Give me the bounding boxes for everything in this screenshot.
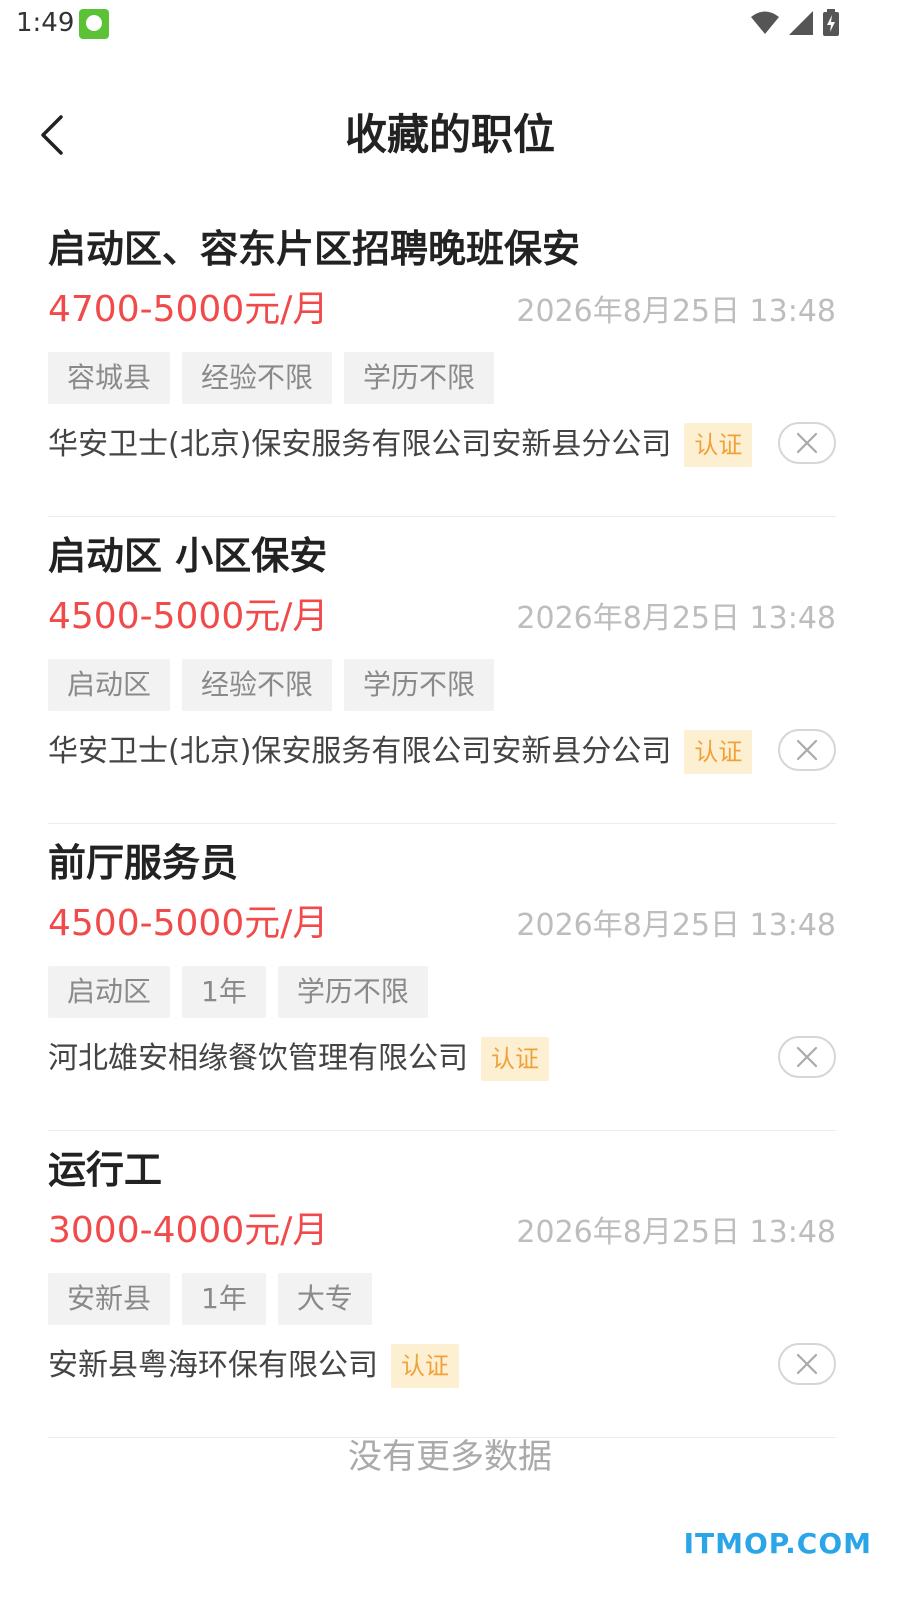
remove-favorite-button[interactable]: [778, 422, 836, 464]
verified-badge: 认证: [684, 730, 753, 774]
job-tag: 学历不限: [344, 659, 495, 711]
job-tag: 大专: [277, 1273, 372, 1325]
job-tag: 学历不限: [344, 352, 495, 404]
job-tag: 1年: [182, 966, 266, 1018]
job-title: 启动区 小区保安: [48, 534, 328, 578]
company-name: 华安卫士(北京)保安服务有限公司安新县分公司: [48, 734, 672, 769]
job-tag: 启动区: [48, 659, 171, 711]
close-icon: [796, 432, 818, 454]
status-bar: 1:49: [0, 0, 900, 50]
job-title: 启动区、容东片区招聘晚班保安: [48, 227, 581, 271]
job-tag: 经验不限: [182, 659, 333, 711]
job-title: 运行工: [48, 1148, 163, 1192]
company-name: 华安卫士(北京)保安服务有限公司安新县分公司: [48, 427, 672, 462]
job-card[interactable]: 运行工 3000-4000元/月 2026年8月25日 13:48 安新县 1年…: [48, 1131, 836, 1438]
job-salary: 4500-5000元/月: [48, 903, 329, 944]
job-salary: 4700-5000元/月: [48, 289, 329, 330]
job-date: 2026年8月25日 13:48: [516, 294, 836, 329]
app-badge-icon: [79, 9, 109, 39]
job-salary: 3000-4000元/月: [48, 1210, 329, 1251]
watermark: ITMOP.COM: [683, 1527, 872, 1560]
company-row: 安新县粤海环保有限公司 认证: [48, 1343, 459, 1389]
wifi-icon: [751, 11, 779, 34]
close-icon: [796, 1353, 818, 1375]
job-title: 前厅服务员: [48, 841, 239, 885]
status-time: 1:49: [16, 8, 75, 38]
verified-badge: 认证: [481, 1037, 549, 1081]
job-tag: 学历不限: [277, 966, 428, 1018]
header: 收藏的职位: [0, 90, 900, 180]
job-tag: 安新县: [48, 1273, 171, 1325]
page-title: 收藏的职位: [344, 110, 555, 159]
verified-badge: 认证: [684, 423, 753, 467]
company-name: 河北雄安相缘餐饮管理有限公司: [48, 1041, 468, 1076]
job-tags: 启动区 1年 学历不限: [48, 966, 428, 1018]
job-salary: 4500-5000元/月: [48, 596, 329, 637]
job-tags: 容城县 经验不限 学历不限: [48, 352, 495, 404]
status-icons: [750, 9, 840, 37]
job-tags: 启动区 经验不限 学历不限: [48, 659, 495, 711]
remove-favorite-button[interactable]: [778, 1343, 836, 1385]
remove-favorite-button[interactable]: [778, 729, 836, 771]
job-date: 2026年8月25日 13:48: [516, 908, 836, 943]
job-date: 2026年8月25日 13:48: [516, 601, 836, 636]
job-card[interactable]: 启动区、容东片区招聘晚班保安 4700-5000元/月 2026年8月25日 1…: [48, 210, 836, 517]
job-list: 启动区、容东片区招聘晚班保安 4700-5000元/月 2026年8月25日 1…: [48, 210, 836, 1438]
remove-favorite-button[interactable]: [778, 1036, 836, 1078]
company-row: 华安卫士(北京)保安服务有限公司安新县分公司 认证: [48, 729, 753, 775]
company-row: 河北雄安相缘餐饮管理有限公司 认证: [48, 1036, 549, 1082]
job-card[interactable]: 前厅服务员 4500-5000元/月 2026年8月25日 13:48 启动区 …: [48, 824, 836, 1131]
no-more-data-text: 没有更多数据: [348, 1437, 552, 1477]
job-date: 2026年8月25日 13:48: [516, 1215, 836, 1250]
job-tag: 1年: [182, 1273, 266, 1325]
company-name: 安新县粤海环保有限公司: [48, 1348, 378, 1383]
job-tag: 容城县: [48, 352, 171, 404]
close-icon: [796, 1046, 818, 1068]
cellular-signal-icon: [789, 11, 813, 35]
job-tag: 启动区: [48, 966, 171, 1018]
job-tag: 经验不限: [182, 352, 333, 404]
company-row: 华安卫士(北京)保安服务有限公司安新县分公司 认证: [48, 422, 753, 468]
job-tags: 安新县 1年 大专: [48, 1273, 372, 1325]
close-icon: [796, 739, 818, 761]
battery-charging-icon: [823, 9, 839, 36]
job-card[interactable]: 启动区 小区保安 4500-5000元/月 2026年8月25日 13:48 启…: [48, 517, 836, 824]
verified-badge: 认证: [391, 1344, 459, 1388]
